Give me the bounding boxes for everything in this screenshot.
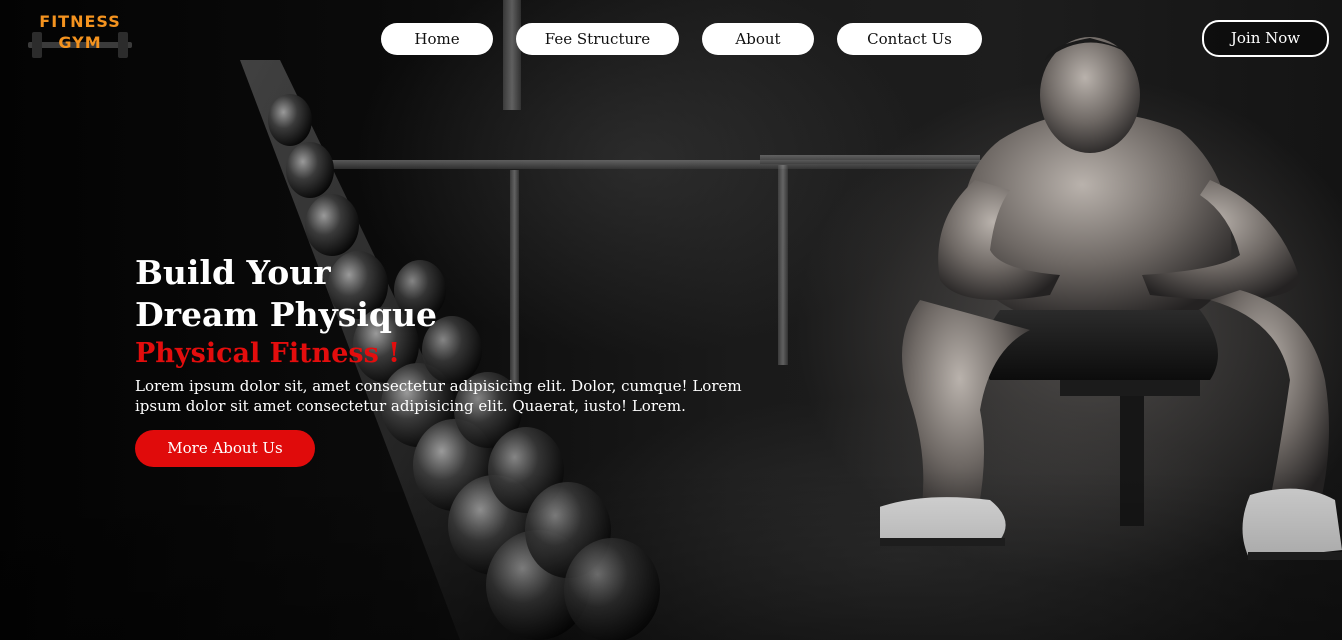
hero-title-line1: Build Your — [135, 253, 331, 292]
nav-item-home[interactable]: Home — [381, 23, 493, 55]
join-now-button[interactable]: Join Now — [1202, 20, 1329, 57]
logo-text-gym: GYM — [58, 33, 102, 52]
hero-background: FITNESS GYM Home Fee Structure About Con… — [0, 0, 1342, 640]
more-about-us-button[interactable]: More About Us — [135, 430, 315, 467]
floor-shading — [0, 470, 1342, 640]
nav-item-fee-structure[interactable]: Fee Structure — [516, 23, 679, 55]
hero-section: Build Your Dream Physique Physical Fitne… — [135, 252, 795, 467]
hero-title-line2: Dream Physique — [135, 295, 437, 334]
nav-item-about[interactable]: About — [702, 23, 814, 55]
hero-description: Lorem ipsum dolor sit, amet consectetur … — [135, 377, 742, 415]
gym-logo[interactable]: FITNESS GYM — [28, 12, 132, 58]
nav-item-contact-us[interactable]: Contact Us — [837, 23, 982, 55]
hero-accent-heading: Physical Fitness ! — [135, 338, 401, 369]
logo-text-fitness: FITNESS — [39, 12, 121, 31]
